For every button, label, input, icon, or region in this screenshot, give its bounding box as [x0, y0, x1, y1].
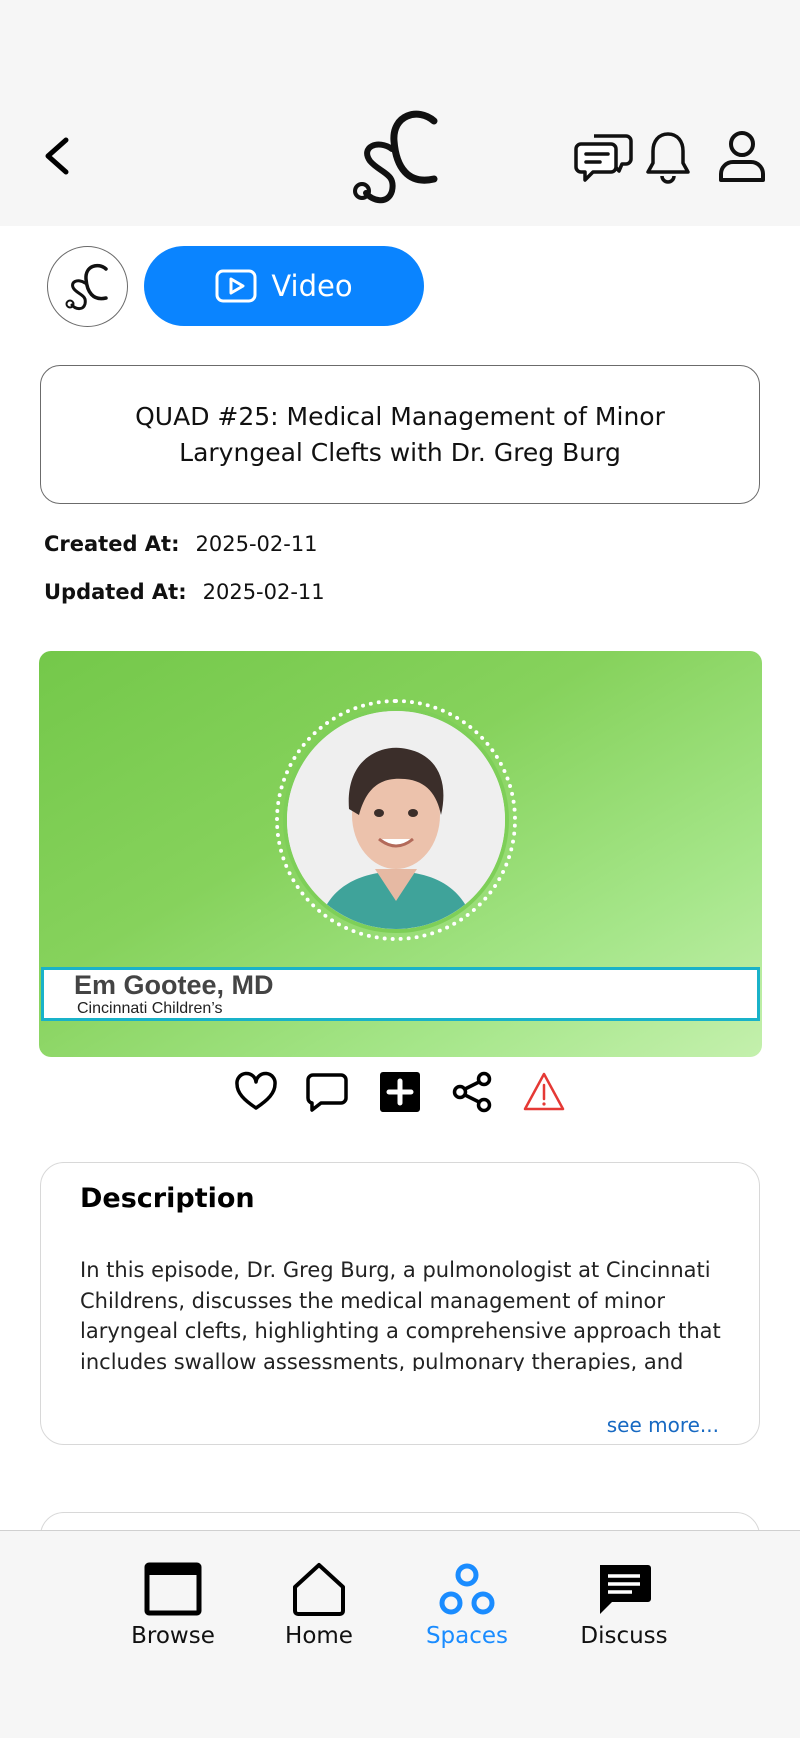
user-icon[interactable] [716, 128, 768, 186]
add-icon[interactable] [378, 1070, 422, 1114]
description-heading: Description [80, 1183, 255, 1214]
tab-discuss[interactable]: Discuss [554, 1561, 694, 1649]
speaker-name: Em Gootee, MD [74, 970, 274, 1000]
chevron-left-icon [45, 137, 69, 175]
play-icon [215, 269, 257, 303]
video-type-label: Video [271, 269, 353, 303]
app-header [0, 0, 800, 226]
tab-home[interactable]: Home [249, 1561, 389, 1649]
post-title: QUAD #25: Medical Management of Minor La… [40, 365, 760, 504]
tab-discuss-label: Discuss [580, 1623, 668, 1649]
video-thumbnail[interactable]: Em Gootee, MD Cincinnati Children’s [39, 651, 762, 1057]
speaker-photo [283, 707, 509, 933]
bell-icon[interactable] [644, 128, 692, 186]
browser-window-icon [144, 1562, 202, 1616]
video-type-button[interactable]: Video [144, 246, 424, 326]
updated-at-label: Updated At: [44, 580, 187, 604]
action-bar [0, 1070, 800, 1114]
created-at-row: Created At: 2025-02-11 [44, 532, 318, 556]
speaker-name-band: Em Gootee, MD Cincinnati Children’s [41, 967, 760, 1021]
heart-icon[interactable] [234, 1070, 278, 1114]
description-card: Description In this episode, Dr. Greg Bu… [40, 1162, 760, 1445]
space-avatar[interactable] [47, 246, 128, 327]
home-icon [293, 1563, 345, 1616]
updated-at-row: Updated At: 2025-02-11 [44, 580, 325, 604]
app-logo [353, 110, 438, 204]
share-icon[interactable] [450, 1070, 494, 1114]
report-warning-icon[interactable] [522, 1070, 566, 1114]
bottom-tab-bar: Browse Home Spaces Discuss [0, 1530, 800, 1738]
tab-spaces[interactable]: Spaces [397, 1561, 537, 1649]
tab-home-label: Home [285, 1623, 353, 1649]
sc-logo-icon [65, 263, 108, 310]
created-at-label: Created At: [44, 532, 180, 556]
comment-icon[interactable] [305, 1070, 349, 1114]
description-text: In this episode, Dr. Greg Burg, a pulmon… [80, 1258, 721, 1371]
tab-browse[interactable]: Browse [103, 1561, 243, 1649]
back-button[interactable] [36, 128, 84, 184]
see-more-link[interactable]: see more... [607, 1413, 719, 1437]
message-icon [600, 1565, 651, 1614]
tab-browse-label: Browse [131, 1623, 215, 1649]
tab-spaces-label: Spaces [425, 1623, 509, 1649]
chat-bubbles-icon[interactable] [574, 128, 634, 186]
created-at-value: 2025-02-11 [195, 532, 318, 556]
spaces-icon [439, 1563, 495, 1615]
speaker-affiliation: Cincinnati Children’s [77, 1000, 223, 1017]
updated-at-value: 2025-02-11 [202, 580, 325, 604]
